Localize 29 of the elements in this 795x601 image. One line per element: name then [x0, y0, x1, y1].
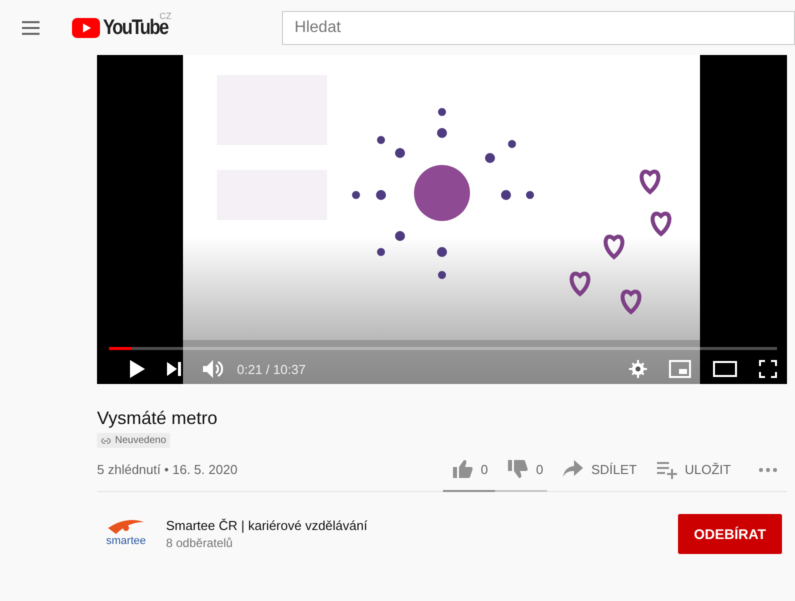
video-title: Vysmáté metro	[97, 408, 218, 429]
next-icon[interactable]	[167, 362, 181, 376]
fullscreen-icon[interactable]	[759, 360, 777, 378]
link-icon	[101, 438, 111, 444]
subscribe-button[interactable]: ODEBÍRAT	[678, 514, 782, 554]
search-field[interactable]: Hledat	[282, 10, 795, 44]
view-count-date: 5 zhlédnutí • 16. 5. 2020	[97, 462, 238, 477]
play-icon[interactable]	[129, 360, 145, 378]
theater-mode-icon[interactable]	[713, 361, 737, 377]
channel-logo[interactable]: smartee	[100, 520, 152, 547]
channel-name[interactable]: Smartee ČR | kariérové vzdělávání	[166, 518, 678, 532]
time-display: 0:21 / 10:37	[237, 362, 306, 376]
badge-label: Neuvedeno	[115, 435, 166, 446]
thumbs-up-icon	[452, 460, 473, 479]
subscriber-count: 8 odběratelů	[166, 536, 234, 550]
playlist-add-icon	[656, 460, 677, 479]
more-icon	[759, 468, 777, 472]
share-icon	[563, 460, 584, 479]
like-button[interactable]: 0	[442, 460, 498, 479]
share-button[interactable]: SDÍLET	[553, 460, 647, 479]
save-button[interactable]: ULOŽIT	[646, 460, 741, 479]
miniplayer-icon[interactable]	[669, 360, 691, 378]
menu-icon[interactable]	[22, 20, 40, 34]
dislike-button[interactable]: 0	[498, 460, 554, 479]
eye-logo-icon	[106, 520, 146, 536]
settings-icon[interactable]	[629, 360, 647, 378]
play-logo-icon	[72, 18, 100, 38]
volume-icon[interactable]	[203, 360, 223, 378]
thumbs-down-icon	[508, 460, 528, 479]
